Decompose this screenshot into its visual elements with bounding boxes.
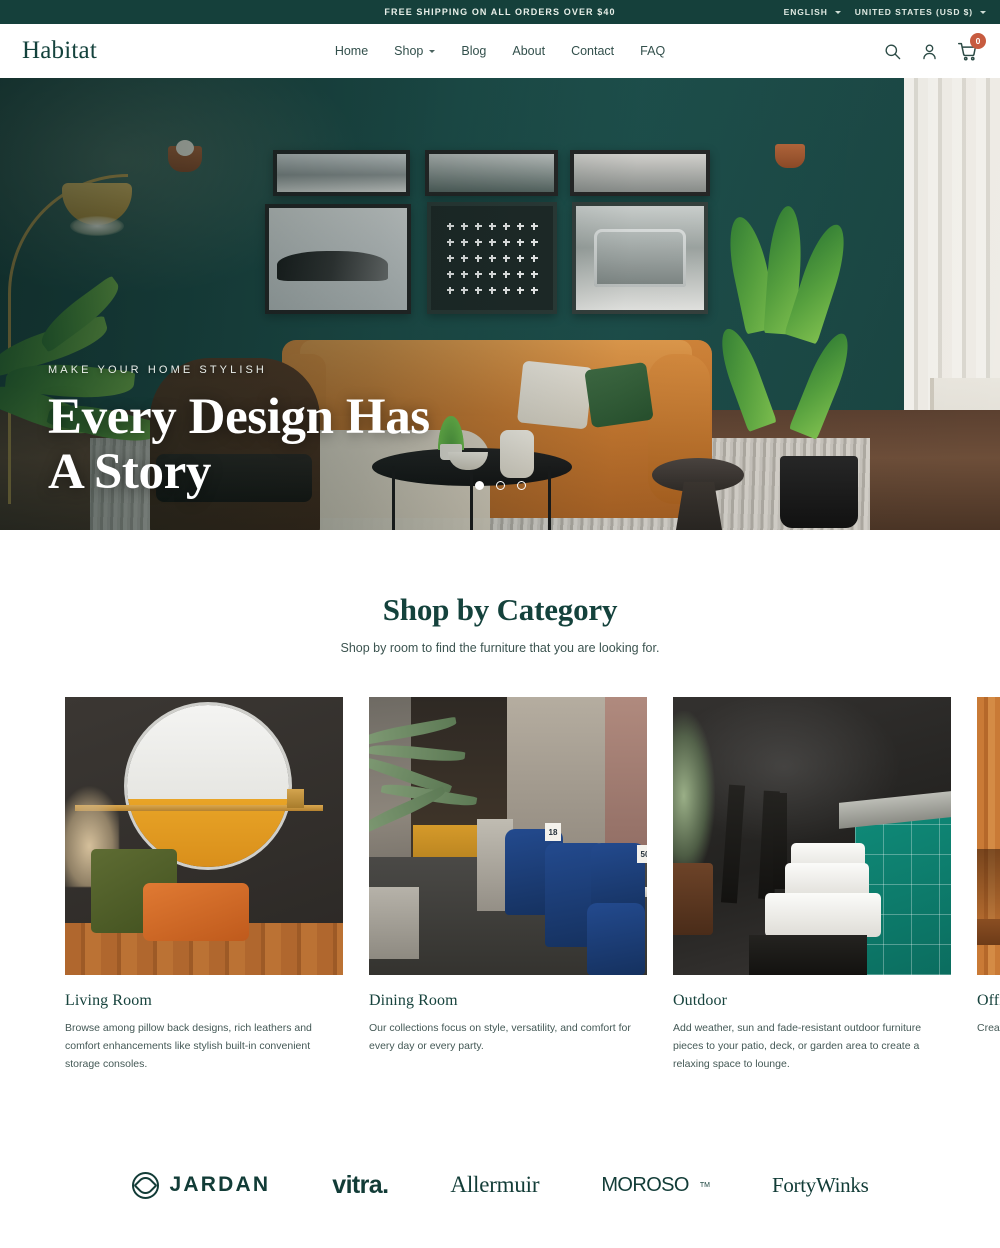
wall-shadow: [977, 849, 1000, 919]
category-name: Office: [977, 992, 1000, 1009]
currency-label: UNITED STATES (USD $): [854, 7, 973, 17]
cart-count-badge: 0: [970, 32, 986, 49]
category-description: Browse among pillow back designs, rich l…: [65, 1022, 312, 1071]
category-description: Create a sty furniture. E: [977, 1022, 1000, 1034]
category-description: Add weather, sun and fade-resistant outd…: [673, 1022, 922, 1071]
category-name: Dining Room: [369, 992, 458, 1009]
language-label: ENGLISH: [783, 7, 828, 17]
carousel-dot-2[interactable]: [495, 481, 505, 490]
chevron-down-icon: [429, 49, 436, 53]
page-root: FREE SHIPPING ON ALL ORDERS OVER $40 ENG…: [0, 0, 1000, 1248]
currency-selector[interactable]: UNITED STATES (USD $): [855, 7, 986, 17]
hero-carousel: MAKE YOUR HOME STYLISH Every Design Has …: [0, 78, 1000, 530]
account-icon[interactable]: [920, 42, 939, 61]
hero-eyebrow: MAKE YOUR HOME STYLISH: [48, 364, 267, 376]
jardan-knot-icon: [131, 1171, 159, 1199]
brand-label: MOROSO: [601, 1173, 689, 1196]
orange-leather-pillow: [143, 883, 249, 941]
site-logo[interactable]: Habitat: [22, 37, 97, 65]
round-mirror: [127, 705, 289, 867]
main-navigation: Home Shop Blog About Contact FAQ: [0, 44, 1000, 58]
category-image-living-room: [65, 697, 343, 975]
shop-by-category-section: Shop by Category Shop by room to find th…: [0, 530, 1000, 1073]
search-icon[interactable]: [883, 42, 902, 61]
floor-planter: [369, 887, 419, 959]
brand-jardan[interactable]: JARDAN: [131, 1171, 271, 1199]
category-image-outdoor: [673, 697, 951, 975]
bar-stool-base: [749, 935, 867, 975]
brand-moroso[interactable]: MOROSO TM: [601, 1174, 710, 1197]
velvet-chair: [587, 903, 645, 975]
palm-plant: [369, 703, 503, 903]
category-card-dining-room[interactable]: 18 50 Dining Room Our collections focus …: [369, 697, 647, 1073]
nav-item-shop[interactable]: Shop: [394, 44, 436, 58]
table-number: 50: [637, 845, 647, 863]
brand-fortywinks[interactable]: FortyWinks: [772, 1173, 869, 1198]
brand-label: FortyWinks: [771, 1172, 869, 1197]
nav-label: Blog: [461, 44, 487, 58]
header-actions: 0: [883, 32, 986, 62]
brand-label: vitra.: [332, 1170, 389, 1199]
nav-label: Contact: [571, 44, 615, 58]
hero-content: MAKE YOUR HOME STYLISH Every Design Has …: [48, 364, 608, 530]
site-header: Habitat Home Shop Blog About Contact FAQ: [0, 24, 1000, 78]
chevron-down-icon: [980, 10, 986, 14]
nav-item-faq[interactable]: FAQ: [640, 44, 665, 58]
category-name: Living Room: [65, 992, 152, 1009]
table-number: 18: [545, 823, 561, 841]
chevron-down-icon: [834, 10, 841, 14]
cart-icon[interactable]: 0: [957, 32, 986, 62]
section-subtitle: Shop by room to find the furniture that …: [340, 641, 660, 655]
carousel-dots: [0, 481, 1000, 490]
language-selector[interactable]: ENGLISH: [784, 7, 841, 17]
category-card-living-room[interactable]: Living Room Browse among pillow back des…: [65, 697, 343, 1073]
nav-item-about[interactable]: About: [512, 44, 545, 58]
nav-label: FAQ: [640, 44, 666, 58]
climbing-plant: [673, 711, 715, 881]
section-title: Shop by Category: [382, 592, 618, 627]
nav-label: About: [512, 44, 546, 58]
brand-label: JARDAN: [169, 1173, 271, 1197]
nav-item-blog[interactable]: Blog: [461, 44, 486, 58]
category-card-office[interactable]: Office Create a sty furniture. E: [977, 697, 1000, 1073]
announcement-bar: FREE SHIPPING ON ALL ORDERS OVER $40 ENG…: [0, 0, 1000, 24]
carousel-dot-1[interactable]: [474, 481, 484, 490]
category-name: Outdoor: [673, 992, 728, 1009]
nav-item-contact[interactable]: Contact: [571, 44, 614, 58]
shelf-object: [287, 789, 304, 808]
carousel-dot-3[interactable]: [516, 481, 526, 490]
category-image-dining-room: 18 50: [369, 697, 647, 975]
category-card-outdoor[interactable]: Outdoor Add weather, sun and fade-resist…: [673, 697, 951, 1073]
brand-logo-row: JARDAN vitra. Allermuir MOROSO TM FortyW…: [0, 1137, 1000, 1233]
category-description: Our collections focus on style, versatil…: [369, 1022, 631, 1053]
nav-label: Home: [334, 44, 369, 58]
category-image-office: [977, 697, 1000, 975]
nav-label: Shop: [394, 44, 424, 58]
announcement-selectors: ENGLISH UNITED STATES (USD $): [784, 7, 986, 17]
white-cushion: [765, 893, 881, 937]
terracotta-pot: [673, 863, 713, 935]
brand-label: Allermuir: [450, 1172, 540, 1198]
trademark-symbol: TM: [699, 1181, 710, 1189]
nav-item-home[interactable]: Home: [335, 44, 368, 58]
wood-desk: [977, 919, 1000, 945]
brand-vitra[interactable]: vitra.: [332, 1170, 389, 1200]
category-row: Living Room Browse among pillow back des…: [0, 697, 1000, 1073]
brand-allermuir[interactable]: Allermuir: [450, 1172, 539, 1198]
